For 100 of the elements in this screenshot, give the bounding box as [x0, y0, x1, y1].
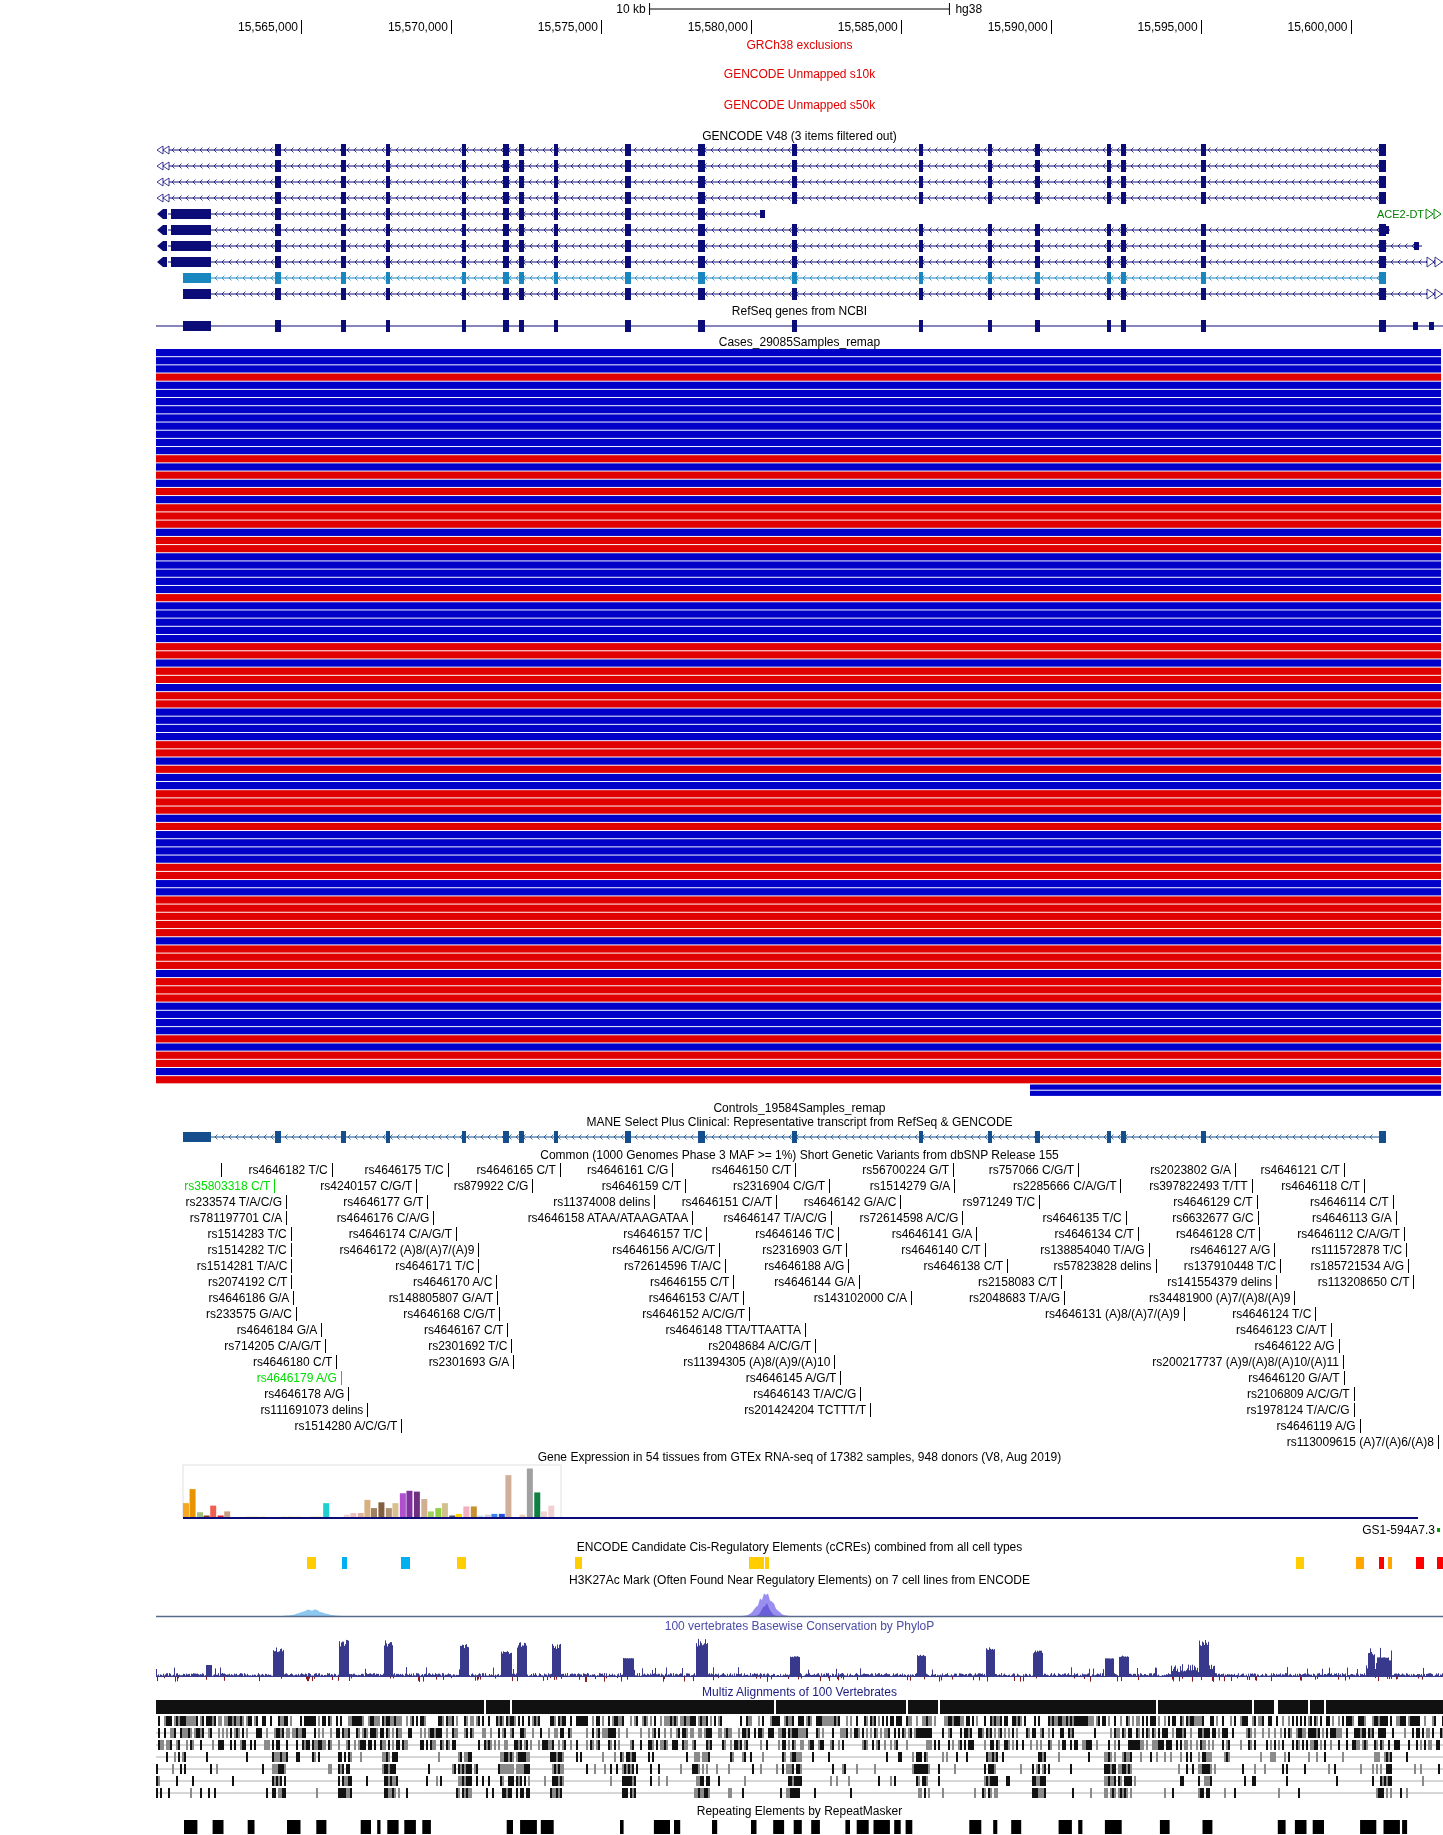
variant-label[interactable]: rs57823828 delins [1053, 1259, 1157, 1273]
coordinate-label: 15,595,000 [1137, 20, 1202, 34]
variant-label[interactable]: rs4646182 T/C [248, 1163, 333, 1177]
variant-label[interactable]: rs4646172 (A)8/(A)7/(A)9 [339, 1243, 480, 1257]
variant-label[interactable]: rs4646143 T/A/C/G [753, 1387, 862, 1401]
variant-label[interactable]: rs4646128 C/T [1175, 1227, 1261, 1241]
variant-label[interactable]: rs1514281 T/A/C [196, 1259, 293, 1273]
variant-label[interactable]: rs1514280 A/C/G/T [294, 1419, 403, 1433]
variant-label[interactable]: rs4646167 C/T [423, 1323, 509, 1337]
variant-label[interactable]: rs201424204 TCTTT/T [744, 1403, 872, 1417]
variant-label[interactable]: rs4646175 T/C [364, 1163, 449, 1177]
variant-label[interactable]: rs56700224 G/T [862, 1163, 955, 1177]
variant-label[interactable]: rs233574 T/A/C/G [185, 1195, 288, 1209]
variant-label[interactable]: rs4646153 C/A/T [648, 1291, 745, 1305]
variant-label[interactable]: rs185721534 A/G [1310, 1259, 1409, 1273]
variant-label[interactable]: rs4646177 G/T [343, 1195, 429, 1209]
variant-label[interactable]: rs4646171 T/C [395, 1259, 480, 1273]
variant-label[interactable]: rs4646112 C/A/G/T [1297, 1227, 1405, 1241]
variant-label[interactable]: rs2316904 C/G/T [733, 1179, 831, 1193]
variant-label[interactable]: rs4646142 G/A/C [803, 1195, 902, 1209]
variant-label[interactable]: rs4646145 A/G/T [745, 1371, 842, 1385]
variant-label[interactable]: rs2048684 A/C/G/T [708, 1339, 817, 1353]
variant-label[interactable]: rs4646119 A/G [1276, 1419, 1361, 1433]
variant-label[interactable]: rs1978124 T/A/C/G [1246, 1403, 1355, 1417]
variant-label[interactable]: rs111572878 T/C [1311, 1243, 1408, 1257]
variant-label[interactable]: rs2074192 C/T [207, 1275, 293, 1289]
variant-label[interactable]: rs4646150 C/T [711, 1163, 797, 1177]
variant-label[interactable]: rs138854040 T/A/G [1040, 1243, 1150, 1257]
variant-label[interactable]: rs4646156 A/C/G/T [612, 1243, 721, 1257]
variant-label[interactable]: rs4646135 T/C [1042, 1211, 1127, 1225]
variant-label[interactable]: rs397822493 T/TT [1149, 1179, 1253, 1193]
variant-label[interactable]: rs1514282 T/C [207, 1243, 292, 1257]
variant-label[interactable]: rs72614598 A/C/G [859, 1211, 964, 1225]
variant-label[interactable]: rs1514283 T/C [207, 1227, 292, 1241]
variant-label[interactable]: rs143102000 C/A [813, 1291, 913, 1305]
variant-label[interactable]: rs4646124 T/C [1232, 1307, 1317, 1321]
variant-label[interactable]: rs4646170 A/C [412, 1275, 498, 1289]
variant-label[interactable]: rs4646141 G/A [891, 1227, 978, 1241]
variant-label[interactable]: rs6632677 G/C [1172, 1211, 1259, 1225]
variant-label[interactable]: rs2285666 C/A/G/T [1013, 1179, 1122, 1193]
variant-label[interactable]: rs4646161 C/G [586, 1163, 674, 1177]
variant-label[interactable]: rs4646151 C/A/T [681, 1195, 778, 1209]
variant-label[interactable]: rs4646174 C/A/G/T [348, 1227, 458, 1241]
variant-label[interactable]: rs4646165 C/T [476, 1163, 561, 1177]
variant-label[interactable]: rs879922 C/G [453, 1179, 534, 1193]
variant-label[interactable]: rs4646158 ATAA/ATAAGATAA [527, 1211, 694, 1225]
variant-label[interactable]: rs4646188 A/G [764, 1259, 850, 1273]
variant-label[interactable]: rs4240157 C/G/T [320, 1179, 418, 1193]
variant-label[interactable]: rs4646138 C/T [923, 1259, 1008, 1273]
variant-label[interactable]: rs4646148 TTA/TTAATTA [665, 1323, 807, 1337]
variant-label[interactable]: rs4646118 C/T [1281, 1179, 1365, 1193]
variant-label[interactable]: rs4646159 C/T [601, 1179, 687, 1193]
variant-label[interactable]: rs2301692 T/C [428, 1339, 513, 1353]
variant-label[interactable]: rs4646131 (A)8/(A)7/(A)9 [1045, 1307, 1185, 1321]
variant-label[interactable]: rs2023802 G/A [1150, 1163, 1237, 1177]
variant-label[interactable]: rs11394305 (A)8/(A)9/(A)10 [683, 1355, 836, 1369]
variant-label[interactable]: rs4646122 A/G [1254, 1339, 1340, 1353]
variant-label[interactable]: rs137910448 T/C [1183, 1259, 1282, 1273]
variant-label[interactable]: rs4646152 A/C/G/T [642, 1307, 751, 1321]
variant-label[interactable]: rs4646186 G/A [208, 1291, 295, 1305]
variant-label[interactable]: rs2158083 C/T [977, 1275, 1063, 1289]
variant-label[interactable]: rs4646114 C/T [1310, 1195, 1394, 1209]
variant-label[interactable]: rs4646176 C/A/G [336, 1211, 435, 1225]
variant-label[interactable]: rs141554379 delins [1167, 1275, 1278, 1289]
variant-label[interactable]: rs4646178 A/G [264, 1387, 350, 1401]
variant-label[interactable]: rs714205 C/A/G/T [224, 1339, 327, 1353]
variant-label[interactable]: rs1514279 G/A [869, 1179, 956, 1193]
variant-label[interactable]: rs113009615 (A)7/(A)6/(A)8 [1286, 1435, 1439, 1449]
variant-label[interactable]: rs4646146 T/C [755, 1227, 840, 1241]
variant-label[interactable]: rs4646180 C/T [252, 1355, 338, 1369]
strand-arrow-icon [1425, 208, 1442, 220]
variant-label[interactable]: rs4646134 C/T [1054, 1227, 1139, 1241]
variant-label[interactable]: rs4646123 C/A/T [1235, 1323, 1332, 1337]
variant-label[interactable]: rs2301693 G/A [428, 1355, 515, 1369]
variant-label[interactable]: rs2316903 G/T [762, 1243, 848, 1257]
variant-label[interactable]: rs757066 C/G/T [988, 1163, 1080, 1177]
variant-label[interactable]: rs4646129 C/T [1173, 1195, 1258, 1209]
variant-label[interactable]: rs111691073 delins [260, 1403, 369, 1417]
variant-label[interactable]: rs11374008 delins [553, 1195, 656, 1209]
variant-label[interactable]: rs34481900 (A)7/(A)8/(A)9 [1149, 1291, 1296, 1305]
variant-label[interactable]: rs4646127 A/G [1190, 1243, 1276, 1257]
variant-label[interactable]: rs72614596 T/A/C [623, 1259, 727, 1273]
variant-label[interactable]: rs4646144 G/A [774, 1275, 861, 1289]
variant-label[interactable]: rs4646120 G/A/T [1248, 1371, 1345, 1385]
variant-label[interactable]: rs781197701 C/A [189, 1211, 288, 1225]
variant-label[interactable]: rs4646121 C/T [1260, 1163, 1345, 1177]
variant-label[interactable]: rs4646113 G/A [1311, 1211, 1397, 1225]
variant-label[interactable]: rs4646184 G/A [236, 1323, 323, 1337]
variant-label[interactable]: rs113208650 C/T [1317, 1275, 1415, 1289]
variant-label[interactable]: rs148805807 G/A/T [388, 1291, 499, 1305]
variant-label[interactable]: rs4646155 C/T [649, 1275, 735, 1289]
variant-label[interactable]: rs4646157 T/C [623, 1227, 708, 1241]
variant-label[interactable]: rs2048683 T/A/G [968, 1291, 1066, 1305]
variant-label[interactable]: rs2106809 A/C/G/T [1246, 1387, 1355, 1401]
variant-label[interactable]: rs200217737 (A)9/(A)8/(A)10/(A)11 [1152, 1355, 1344, 1369]
variant-label[interactable]: rs4646147 T/A/C/G [723, 1211, 832, 1225]
variant-label[interactable]: rs4646140 C/T [901, 1243, 986, 1257]
variant-label[interactable]: rs4646168 C/G/T [403, 1307, 501, 1321]
variant-label[interactable]: rs971249 T/C [962, 1195, 1041, 1209]
variant-label[interactable]: rs233575 G/A/C [206, 1307, 298, 1321]
